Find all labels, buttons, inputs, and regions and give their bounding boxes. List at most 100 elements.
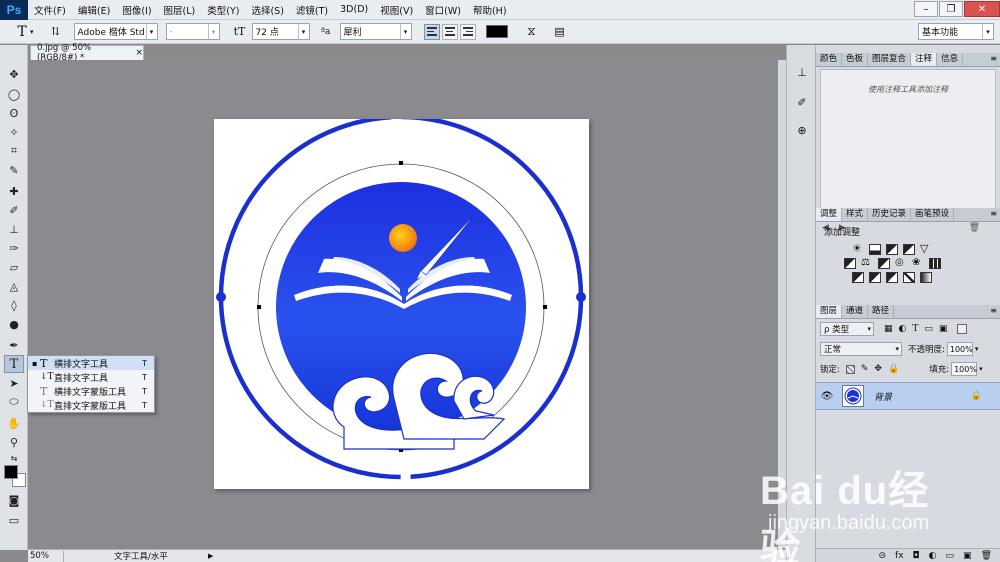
black-white-icon[interactable]	[878, 258, 890, 269]
delete-layer-icon[interactable]: 🗑	[981, 551, 992, 561]
status-menu-arrow-icon[interactable]: ▶	[208, 552, 213, 560]
brush-presets-icon[interactable]: ✐	[793, 93, 811, 111]
canvas[interactable]	[214, 114, 589, 489]
filter-shape-icon[interactable]: ▭	[924, 324, 933, 334]
tool-presets-icon[interactable]: ⊥	[793, 63, 811, 81]
menu-filter[interactable]: 滤镜(T)	[290, 3, 334, 17]
menu-select[interactable]: 选择(S)	[245, 3, 289, 17]
move-tool-icon[interactable]: ✥	[4, 65, 24, 83]
menu-view[interactable]: 视图(V)	[374, 3, 419, 17]
levels-icon[interactable]	[869, 244, 881, 255]
photo-filter-icon[interactable]: ◎	[895, 258, 907, 269]
new-layer-icon[interactable]: ▣	[963, 551, 972, 561]
warp-text-icon[interactable]: ⧖	[522, 22, 542, 42]
flyout-item-vertical-type-mask[interactable]: ↓T 直排文字蒙版工具 T	[28, 398, 154, 412]
filter-smart-object-icon[interactable]: ▣	[939, 324, 948, 334]
ellipse-tool-icon[interactable]: ⬭	[4, 393, 24, 411]
foreground-color[interactable]	[4, 465, 18, 479]
dodge-tool-icon[interactable]: ●	[4, 315, 24, 333]
menu-3d[interactable]: 3D(D)	[334, 4, 374, 15]
path-handle-top[interactable]	[399, 161, 403, 165]
blur-tool-icon[interactable]: ◊	[4, 296, 24, 314]
tab-color[interactable]: 颜色	[816, 53, 843, 66]
filter-adjustment-icon[interactable]: ◐	[899, 324, 907, 334]
tab-layers[interactable]: 图层	[816, 305, 843, 318]
toggle-orientation-icon[interactable]: ⇅	[46, 22, 66, 42]
gradient-map-icon[interactable]	[920, 272, 932, 283]
hand-tool-icon[interactable]: ✋	[4, 414, 24, 432]
menu-help[interactable]: 帮助(H)	[467, 3, 513, 17]
path-handle-left[interactable]	[257, 305, 261, 309]
layer-row-background[interactable]: 👁 背景 🔒	[816, 382, 1000, 410]
tab-swatches[interactable]: 色板	[842, 53, 869, 66]
tab-layer-comps[interactable]: 图层复合	[868, 53, 912, 66]
marquee-tool-icon[interactable]: ◯	[4, 85, 24, 103]
zoom-level-field[interactable]: 50%	[28, 550, 64, 562]
panel-menu-icon[interactable]: ≡	[990, 54, 997, 63]
channel-mixer-icon[interactable]: ❀	[912, 258, 924, 269]
lock-transparent-icon[interactable]	[845, 364, 855, 374]
flyout-item-horizontal-type-mask[interactable]: T 横排文字蒙版工具 T	[28, 384, 154, 398]
layer-filter-select[interactable]: ρ 类型 ▾	[820, 322, 874, 336]
menu-type[interactable]: 类型(Y)	[201, 3, 245, 17]
panel-menu-icon[interactable]: ≡	[990, 209, 997, 218]
vibrance-icon[interactable]: ▽	[920, 243, 932, 255]
restore-button[interactable]: ❐	[939, 1, 963, 17]
threshold-icon[interactable]	[886, 272, 898, 283]
menu-layer[interactable]: 图层(L)	[158, 3, 202, 17]
invert-icon[interactable]	[852, 272, 864, 283]
filter-toggle-icon[interactable]	[957, 324, 968, 334]
path-selection-tool-icon[interactable]: ➤	[4, 374, 24, 392]
posterize-icon[interactable]	[869, 272, 881, 283]
type-tool-preset-icon[interactable]: T	[12, 22, 32, 42]
menu-image[interactable]: 图像(I)	[116, 3, 157, 17]
history-brush-tool-icon[interactable]: ✑	[4, 239, 24, 257]
tab-brush-presets[interactable]: 画笔预设	[911, 208, 955, 221]
eraser-tool-icon[interactable]: ▱	[4, 258, 24, 276]
brush-tool-icon[interactable]: ✐	[4, 201, 24, 219]
visibility-eye-icon[interactable]: 👁	[816, 391, 838, 402]
opacity-arrow-icon[interactable]: ▾	[975, 345, 979, 353]
filter-pixel-icon[interactable]: ▦	[884, 324, 893, 334]
fill-arrow-icon[interactable]: ▾	[979, 365, 983, 373]
tab-adjustments[interactable]: 调整	[816, 208, 843, 221]
flyout-item-vertical-type[interactable]: ↓T 直排文字工具 T	[28, 370, 154, 384]
color-balance-icon[interactable]: ⚖	[861, 258, 873, 269]
font-style-select[interactable]: - ▾	[165, 23, 220, 40]
color-lookup-icon[interactable]	[929, 258, 941, 269]
tab-paths[interactable]: 路径	[868, 305, 895, 318]
healing-brush-tool-icon[interactable]: ✚	[4, 182, 24, 200]
menu-file[interactable]: 文件(F)	[28, 3, 72, 17]
tab-history[interactable]: 历史记录	[868, 208, 912, 221]
panel-menu-icon[interactable]: ≡	[990, 306, 997, 315]
lock-image-icon[interactable]: ✎	[861, 364, 869, 374]
font-size-select[interactable]: 72 点 ▾	[251, 23, 310, 40]
eyedropper-tool-icon[interactable]: ✎	[4, 161, 24, 179]
flyout-item-horizontal-type[interactable]: ▪ T 横排文字工具 T	[28, 356, 154, 370]
align-right-button[interactable]	[459, 23, 476, 40]
clone-source-icon[interactable]: ⊕	[793, 121, 811, 139]
char-panel-icon[interactable]: ▤	[550, 22, 570, 42]
pen-tool-icon[interactable]: ✒	[4, 336, 24, 354]
blend-mode-select[interactable]: 正常 ▾	[820, 342, 902, 356]
minimize-button[interactable]: –	[914, 1, 938, 17]
menu-edit[interactable]: 编辑(E)	[72, 3, 116, 17]
align-left-button[interactable]	[423, 23, 440, 40]
tab-channels[interactable]: 通道	[842, 305, 869, 318]
quick-mask-icon[interactable]: ◙	[4, 491, 24, 509]
tab-notes[interactable]: 注释	[911, 53, 938, 66]
opacity-field[interactable]: 100%	[946, 342, 973, 356]
lock-all-icon[interactable]: 🔒	[888, 364, 899, 374]
font-family-select[interactable]: Adobe 楷体 Std ▾	[73, 23, 158, 40]
filter-type-icon[interactable]: T	[912, 324, 918, 334]
menu-window[interactable]: 窗口(W)	[419, 3, 467, 17]
text-color-swatch[interactable]	[485, 25, 508, 38]
color-picker[interactable]	[4, 465, 26, 489]
antialias-select[interactable]: 犀利 ▾	[339, 23, 412, 40]
clone-stamp-tool-icon[interactable]: ⊥	[4, 220, 24, 238]
type-tool-icon[interactable]: T	[4, 355, 24, 373]
path-handle-right[interactable]	[543, 305, 547, 309]
lock-position-icon[interactable]: ✥	[874, 364, 882, 374]
fill-field[interactable]: 100%	[951, 362, 978, 376]
document-tab[interactable]: 0.jpg @ 50%(RGB/8#) * ×	[30, 43, 144, 63]
